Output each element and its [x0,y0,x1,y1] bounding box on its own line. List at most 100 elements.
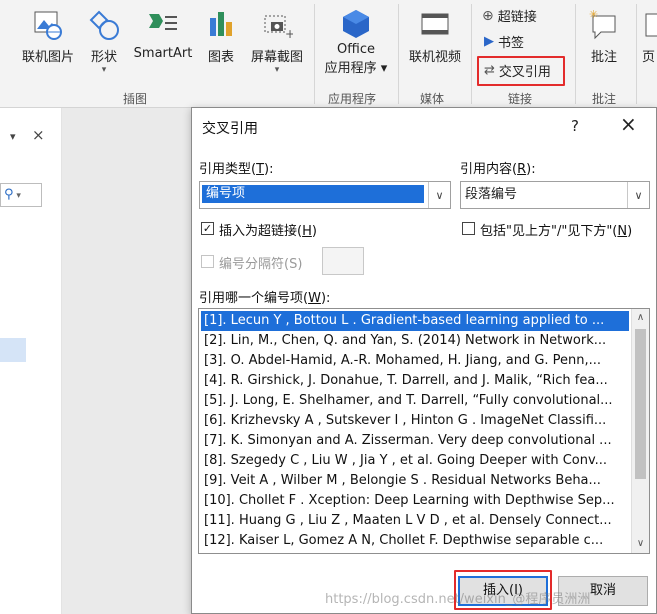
svg-text:✳: ✳ [589,8,598,21]
group-illustrations-label: 插图 [123,92,148,106]
online-video-button[interactable]: 联机视频 [402,8,468,65]
help-icon[interactable]: ? [571,117,579,135]
shapes-dropdown-icon: ▾ [101,65,107,75]
bookmark-label: 书签 [498,36,525,51]
screenshot-dropdown-icon: ▾ [274,65,280,75]
separator-label: 编号分隔符(S) [219,257,303,272]
shapes-button[interactable]: 形状 ▾ [84,8,124,75]
scroll-down-icon[interactable]: ∨ [632,535,649,553]
film-icon [421,13,449,35]
svg-text:+: + [285,27,293,41]
ribbon: 联机图片 形状 ▾ SmartArt 图表 + 屏幕截图 ▾ 插图 Office… [0,0,657,108]
insert-hyperlink-label: 插入为超链接(H) [219,220,317,239]
ref-content-select[interactable]: 段落编号 ∨ [460,181,650,209]
bookmark-button[interactable]: ▶ 书签 [484,32,524,51]
list-item[interactable]: [4]. R. Girshick, J. Donahue, T. Darrell… [201,371,629,391]
insert-hyperlink-checkbox[interactable]: ✓ [201,222,214,235]
watermark: https://blog.csdn.net/weixin_@程序员洲洲 [325,592,591,607]
list-label-text: 引用哪一个编号项( [199,291,309,306]
ref-type-value: 编号项 [202,185,424,203]
group-separator [471,4,472,104]
include-above-below-accesskey: N [617,224,628,239]
insert-hyperlink-label-text: 插入为超链接( [219,224,303,239]
group-apps-label: 应用程序 [328,92,377,106]
list-item[interactable]: [9]. Veit A , Wilber M , Belongie S . Re… [201,471,629,491]
list-item[interactable]: [5]. J. Long, E. Shelhamer, and T. Darre… [201,391,629,411]
smartart-button[interactable]: SmartArt [130,8,196,61]
chevron-down-icon: ∨ [627,182,649,208]
navigation-pane: ▾ × ⚲ ▾ [0,108,62,614]
cross-reference-dialog: 交叉引用 ? × 引用类型(T): 编号项 ∨ 引用内容(R): 段落编号 ∨ … [191,107,657,614]
separator-input[interactable] [322,247,364,275]
include-above-below-label: 包括"见上方"/"见下方"(N) [480,220,632,239]
screenshot-label: 屏幕截图 [250,50,303,65]
ref-type-accesskey: T [256,162,265,177]
separator-checkbox[interactable] [201,255,214,268]
list-item[interactable]: [10]. Chollet F . Xception: Deep Learnin… [201,491,629,511]
group-separator [575,4,576,104]
bookmark-icon: ▶ [484,34,494,49]
scroll-thumb[interactable] [635,329,646,479]
smartart-label: SmartArt [133,46,193,61]
list-item[interactable]: [12]. Kaiser L, Gomez A N, Chollet F. De… [201,531,629,551]
online-video-label: 联机视频 [408,50,461,65]
list-label: 引用哪一个编号项(W): [199,287,330,306]
office-apps-label-line2: 应用程序 ▾ [324,61,388,76]
scroll-up-icon[interactable]: ∧ [632,309,649,327]
list-item[interactable]: [2]. Lin, M., Chen, Q. and Yan, S. (2014… [201,331,629,351]
page-button-partial[interactable]: 页 [640,8,657,65]
ref-content-label: 引用内容(R): [460,158,536,177]
office-apps-label-line1: Office [337,42,375,57]
cross-reference-highlight [477,56,565,86]
ref-type-label-tail: ): [264,162,274,177]
comment-button[interactable]: ✳ 批注 [580,8,628,65]
close-icon[interactable]: × [620,114,637,134]
list-item[interactable]: [1]. Lecun Y , Bottou L . Gradient-based… [201,311,629,331]
camera-icon: + [264,15,293,41]
ref-content-accesskey: R [517,162,527,177]
screenshot-button[interactable]: + 屏幕截图 ▾ [246,8,308,75]
shapes-label: 形状 [90,50,117,65]
chart-icon [210,12,232,36]
group-media-label: 媒体 [420,92,445,106]
chevron-down-icon: ∨ [428,182,450,208]
pane-menu-icon[interactable]: ▾ [10,130,16,143]
smartart-icon [149,14,177,30]
group-comments-label: 批注 [592,92,617,106]
shapes-icon [89,10,119,40]
include-above-below-checkbox[interactable] [462,222,475,235]
pane-close-icon[interactable]: × [32,126,45,144]
group-links-label: 链接 [508,92,533,106]
hyperlink-label: 超链接 [497,10,537,25]
list-item[interactable]: [7]. K. Simonyan and A. Zisserman. Very … [201,431,629,451]
group-separator [636,4,637,104]
list-item[interactable]: [8]. Szegedy C , Liu W , Jia Y , et al. … [201,451,629,471]
list-scrollbar[interactable]: ∧ ∨ [631,309,649,553]
list-item[interactable]: [11]. Huang G , Liu Z , Maaten L V D , e… [201,511,629,531]
list-item[interactable]: [3]. O. Abdel-Hamid, A.-R. Mohamed, H. J… [201,351,629,371]
online-pictures-button[interactable]: 联机图片 [18,8,78,65]
chart-button[interactable]: 图表 [202,8,240,65]
page-icon [645,13,657,37]
search-icon: ⚲ [4,187,14,202]
dialog-title: 交叉引用 [202,121,258,137]
include-above-below-label-text: 包括"见上方"/"见下方"( [480,224,618,239]
numbered-items-list[interactable]: [1]. Lecun Y , Bottou L . Gradient-based… [198,308,650,554]
group-separator [398,4,399,104]
ref-type-select[interactable]: 编号项 ∨ [199,181,451,209]
document-background [62,108,192,614]
group-separator [314,4,315,104]
hyperlink-button[interactable]: ⊕ 超链接 [482,6,537,26]
comment-icon: ✳ [589,8,616,40]
insert-hyperlink-accesskey: H [302,224,312,239]
pane-selected-heading[interactable] [0,338,26,362]
pane-search-box[interactable]: ⚲ ▾ [0,183,42,207]
chart-label: 图表 [207,50,234,65]
comment-label: 批注 [590,50,617,65]
office-apps-button[interactable]: Office 应用程序 ▾ [320,8,392,76]
insert-hyperlink-label-tail: ) [311,224,317,239]
online-pictures-icon [34,11,62,40]
list-item[interactable]: [6]. Krizhevsky A , Sutskever I , Hinton… [201,411,629,431]
ref-content-label-text: 引用内容( [460,162,518,177]
ref-content-value: 段落编号 [465,187,518,202]
